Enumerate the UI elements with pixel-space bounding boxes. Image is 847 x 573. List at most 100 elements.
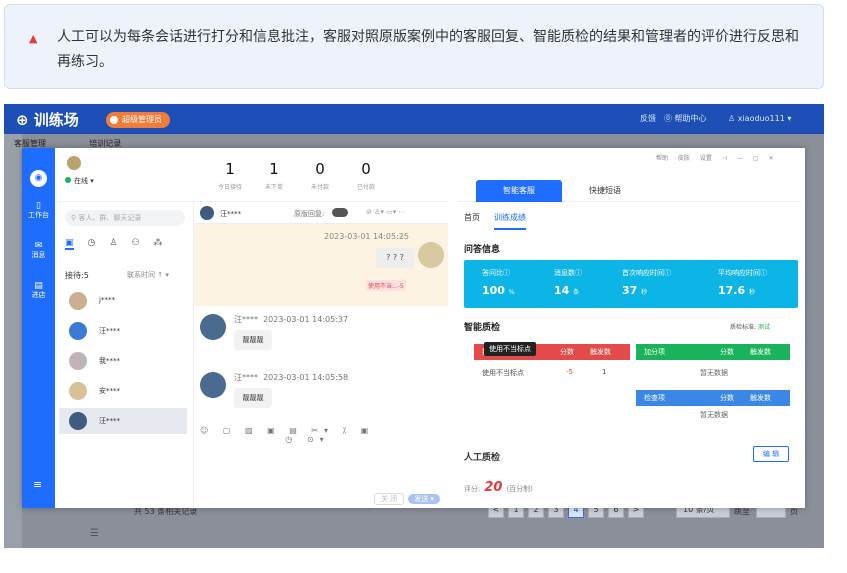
stat-paid: 0 已付款 (341, 160, 391, 191)
breadcrumb: 培训记录 (89, 139, 122, 148)
tab-smart-service[interactable]: 智能客服 (476, 180, 562, 202)
qa-stat: 答问比ⓘ 100 % (482, 268, 515, 297)
avatar (200, 372, 226, 398)
app-logo: ⊕ 训练场 (16, 111, 79, 129)
score: 评分: 20 (百分制) (464, 480, 533, 495)
contact-item[interactable]: 我**** (59, 348, 187, 374)
outgoing-message: 2023-03-01 14:05:25 ? ? ? 使用不当...-5 (194, 224, 448, 306)
stat-value: 1 (269, 160, 279, 178)
contact-item[interactable]: 汪**** (59, 318, 187, 344)
qa-stat: 平均响应时间ⓘ 17.6 秒 (718, 268, 767, 297)
message-bubble: 靓靓靓 (234, 330, 272, 350)
qa-stat-unit: 条 (573, 289, 580, 296)
qa-stat-label: 首次响应时间 (622, 269, 664, 277)
avatar[interactable] (67, 156, 81, 170)
edit-button[interactable]: 编 辑 (753, 446, 789, 462)
background-sidebar (4, 134, 22, 548)
top-bar: ⊕ 训练场 超级管理员 反馈 ⓪ 帮助中心 ♙ xiaoduo111 ▾ (4, 104, 824, 134)
help-center-label: 帮助中心 (674, 114, 707, 123)
deduct-row-name: 使用不当标点 (482, 369, 524, 377)
qa-stat-unit: 秒 (641, 289, 648, 296)
avatar (200, 314, 226, 340)
bonus-no-data: 暂无数据 (700, 369, 728, 377)
rail-item-message[interactable]: ✉ 消息 (22, 242, 55, 260)
send-label: 发送 (414, 495, 429, 503)
qa-stat-value: 37 (622, 284, 638, 297)
qa-title: 问答信息 (464, 245, 501, 255)
sort-select[interactable]: 联系时间 ↑ ▾ (127, 270, 169, 280)
feedback-link[interactable]: 反馈 (640, 104, 656, 134)
nav-rail: ◉ ▯ 工作台 ✉ 消息 ▤ 进店 ≡ (22, 148, 55, 508)
original-reply-label: 原版回复: (294, 210, 325, 218)
rail-label: 进店 (31, 291, 46, 299)
avatar (200, 206, 214, 220)
app-icon[interactable]: ◉ (30, 170, 47, 187)
smart-qc-title: 智能质检 (464, 323, 501, 333)
window-tools[interactable]: 帮助 皮肤 设置 ⊣ — ▢ ✕ (656, 153, 773, 162)
info-icon[interactable]: ⓘ (760, 269, 767, 277)
stat-label: 今日接待 (217, 184, 242, 191)
clock-tab-icon[interactable]: ◷ (88, 238, 96, 250)
avatar (69, 412, 87, 430)
chat-panel: 汪**** 原版回复: ⊘ ♙▾ ▭▾ ⋯ 2023-03-01 14:05:2… (194, 202, 448, 508)
stat-label: 未下单 (264, 184, 283, 191)
stat-value: 0 (361, 160, 371, 178)
menu-icon[interactable]: ≡ (33, 478, 42, 491)
qa-stat-unit: 秒 (748, 289, 755, 296)
stat-unpaid: 0 未付款 (295, 160, 345, 191)
contact-panel: ⚲ 客人、群、聊天记录 ▣ ◷ ♙ ⚇ ⁂ 接待:5 联系时间 ↑ ▾ j***… (55, 202, 194, 508)
message-sender: 汪**** (234, 315, 258, 324)
avatar (69, 382, 87, 400)
contact-item[interactable]: j**** (59, 288, 187, 314)
window-tools-label: 帮助 皮肤 设置 (656, 155, 712, 162)
user-name: xiaoduo111 (737, 114, 785, 123)
notice-box: ▲ 人工可以为每条会话进行打分和信息批注，客服对照原版案例中的客服回复、智能质检… (4, 4, 824, 89)
store-icon: ▤ (34, 281, 43, 291)
person-tab-icon[interactable]: ♙ (109, 238, 117, 250)
contact-item[interactable]: 安**** (59, 378, 187, 404)
app-logo-text: 训练场 (33, 111, 79, 129)
tooltip: 使用不当标点 (484, 342, 536, 356)
chat-window: ◉ ▯ 工作台 ✉ 消息 ▤ 进店 ≡ 在线 ▾ 1 今日接待 1 未下单 0 未付款 0 已… (22, 148, 805, 508)
subtab-training-results[interactable]: 训练成绩 (494, 213, 526, 230)
qa-stat-value: 14 (554, 284, 570, 297)
stat-label: 未付款 (310, 184, 329, 191)
standard-value[interactable]: 测试 (758, 324, 770, 331)
subtab-home[interactable]: 首页 (464, 213, 480, 222)
admin-badge[interactable]: 超级管理员 (106, 112, 170, 128)
workbench-icon: ▯ (36, 201, 41, 211)
contact-item[interactable]: 汪**** (59, 408, 187, 434)
standard-label: 质检标准: (730, 324, 757, 331)
qa-stats: 答问比ⓘ 100 % 消息数ⓘ 14 条 首次响应时间ⓘ 37 秒 平均响应时间ⓘ 17… (464, 260, 798, 308)
rail-item-store[interactable]: ▤ 进店 (22, 282, 55, 300)
contact-name: 汪**** (99, 417, 120, 425)
tab-quick-phrases[interactable]: 快捷短语 (562, 180, 648, 202)
user-menu[interactable]: ♙ xiaoduo111 ▾ (728, 104, 791, 134)
info-icon[interactable]: ⓘ (575, 269, 582, 277)
avatar (69, 322, 87, 340)
contact-name: 我**** (99, 357, 120, 365)
panel-subtabs: 首页 训练成绩 (464, 212, 526, 230)
deduct-row-score: -5 (566, 368, 573, 376)
rail-item-workbench[interactable]: ▯ 工作台 (22, 202, 55, 220)
input-toolbar[interactable]: ☺ ▢ ▨ ▣ ▤ ✂▾ ⁒ ▣ ◷ ⊙▾ (200, 426, 448, 444)
stat-value: 0 (315, 160, 325, 178)
info-icon[interactable]: ⓘ (503, 269, 510, 277)
qa-stat-label: 消息数 (554, 269, 575, 277)
qa-stat-value: 17.6 (718, 284, 746, 297)
close-button[interactable]: 关 闭 (374, 493, 405, 505)
list-icon[interactable]: ☰ (90, 528, 99, 539)
send-button[interactable]: 发送 ▾ (408, 494, 440, 504)
chat-tab-icon[interactable]: ▣ (65, 238, 74, 250)
contact-name: 安**** (99, 387, 120, 395)
contact-search-input[interactable]: ⚲ 客人、群、聊天记录 (65, 210, 185, 226)
group-tab-icon[interactable]: ⚇ (131, 238, 139, 250)
original-reply-toggle[interactable] (332, 208, 348, 217)
warning-tag[interactable]: 使用不当...-5 (366, 280, 406, 291)
info-icon[interactable]: ⓘ (664, 269, 671, 277)
chat-header-actions[interactable]: ⊘ ♙▾ ▭▾ ⋯ (366, 208, 405, 216)
qa-stat-label: 答问比 (482, 269, 503, 277)
help-center-link[interactable]: ⓪ 帮助中心 (664, 104, 707, 134)
status-select[interactable]: 在线 ▾ (65, 176, 94, 186)
org-tab-icon[interactable]: ⁂ (154, 238, 163, 250)
